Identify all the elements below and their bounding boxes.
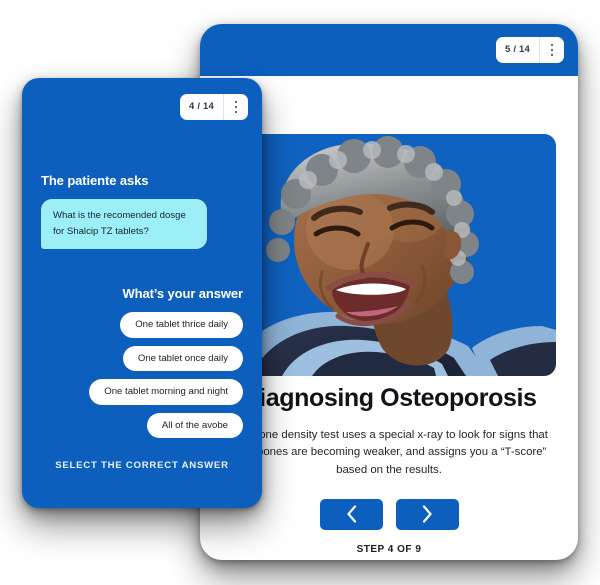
quiz-progress-counter: 4 / 14 [189,101,214,112]
select-answer-hint: SELECT THE CORRECT ANSWER [55,460,229,472]
answer-option[interactable]: One tablet once daily [122,345,243,372]
answer-heading: What’s your answer [122,286,243,302]
question-heading: The patiente asks [41,173,149,188]
lesson-progress-badge[interactable]: 5 / 14 [496,37,564,63]
step-indicator: STEP 4 OF 9 [356,543,422,555]
page-title: Diagnosing Osteoporosis [241,384,537,412]
lesson-progress-counter: 5 / 14 [505,44,530,55]
lesson-photo [222,134,556,376]
question-bubble: What is the recomended dosge for Shalcip… [41,199,207,250]
chevron-right-icon [422,505,432,523]
answer-options: One tablet thrice daily One tablet once … [41,312,243,439]
lesson-card-header: 5 / 14 [200,24,578,76]
kebab-menu-icon[interactable] [540,37,564,63]
quiz-progress-badge[interactable]: 4 / 14 [180,94,248,120]
portrait-illustration [222,134,556,376]
kebab-menu-icon[interactable] [224,94,248,120]
next-button[interactable] [395,498,459,530]
answer-option[interactable]: All of the avobe [146,412,243,439]
prev-button[interactable] [319,498,383,530]
lesson-nav [214,498,564,530]
answer-option[interactable]: One tablet morning and night [89,379,243,405]
answer-option[interactable]: One tablet thrice daily [120,312,243,338]
quiz-card: 4 / 14 The patiente asks What is the rec… [22,78,262,508]
screenshot-stage: 5 / 14 Diagnosing Osteoporosis The bone … [0,0,600,585]
lesson-description: The bone density test uses a special x-r… [230,428,548,476]
chevron-left-icon [346,505,356,523]
quiz-content: The patiente asks What is the recomended… [22,173,262,471]
quiz-card-header: 4 / 14 [180,94,248,120]
